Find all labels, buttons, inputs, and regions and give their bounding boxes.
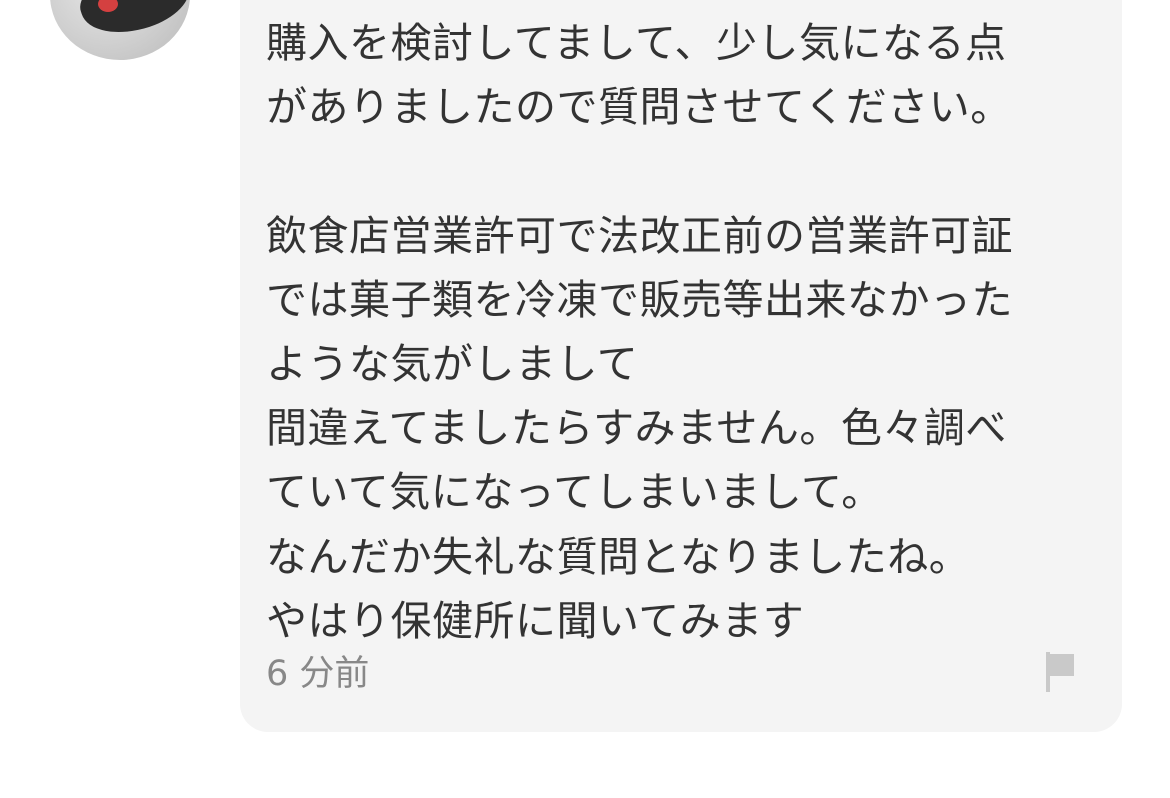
avatar-image-dark-area — [73, 0, 190, 46]
flag-cloth — [1050, 654, 1074, 676]
user-avatar[interactable] — [50, 0, 190, 60]
comment-bubble: 購入を検討してまして、少し気になる点 がありましたので質問させてください。 飲食… — [240, 0, 1122, 732]
flag-icon[interactable] — [1040, 650, 1080, 694]
flag-pole — [1046, 652, 1050, 692]
comment-timestamp: 6 分前 — [266, 654, 370, 694]
comment-message: 購入を検討してまして、少し気になる点 がありましたので質問させてください。 飲食… — [266, 19, 1013, 645]
